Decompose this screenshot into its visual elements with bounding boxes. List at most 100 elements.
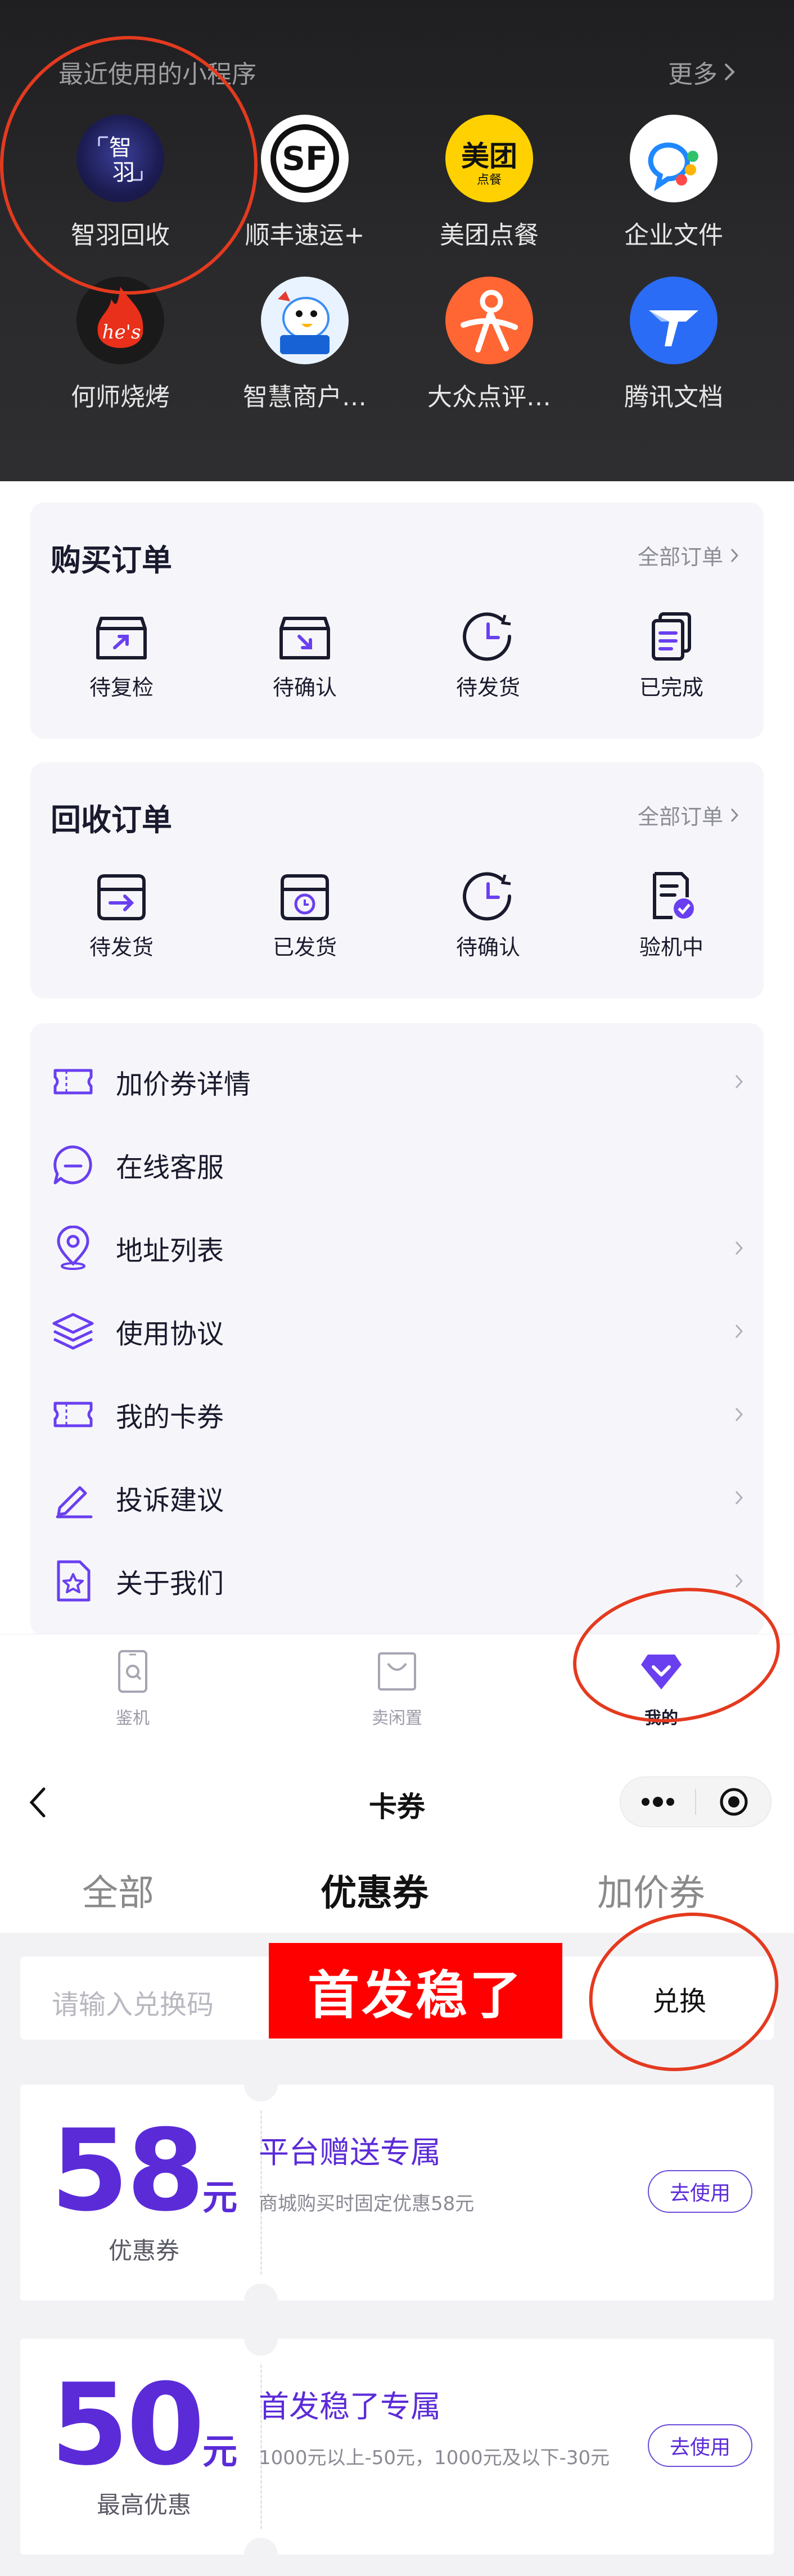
menu-label: 使用协议 bbox=[116, 1318, 224, 1350]
order-status-pending-recheck[interactable]: 待复检 bbox=[54, 611, 189, 701]
app-zhiyu[interactable]: 智 羽 智羽回收 bbox=[36, 115, 205, 251]
phone-inspect-icon bbox=[118, 1650, 147, 1693]
purchase-orders-title: 购买订单 bbox=[51, 543, 172, 578]
recycle-status-shipped[interactable]: 已发货 bbox=[237, 870, 372, 961]
menu-item-complaints[interactable]: 投诉建议 bbox=[51, 1456, 743, 1539]
recycle-status-label: 待发货 bbox=[89, 935, 154, 960]
pencil-icon bbox=[56, 1486, 93, 1519]
chevron-right-icon bbox=[724, 63, 735, 81]
recycle-status-label: 验机中 bbox=[639, 935, 703, 960]
location-pin-icon bbox=[57, 1226, 89, 1270]
chevron-right-icon bbox=[735, 1324, 743, 1339]
app-label: 腾讯文档 bbox=[624, 383, 723, 412]
ticket-icon bbox=[53, 1069, 93, 1095]
purchase-all-orders-link[interactable]: 全部订单 bbox=[638, 540, 739, 571]
app-enterprise-file[interactable]: 企业文件 bbox=[589, 115, 758, 251]
menu-item-about-us[interactable]: 关于我们 bbox=[51, 1539, 743, 1623]
use-coupon-button[interactable]: 去使用 bbox=[648, 2170, 752, 2213]
order-status-label: 已完成 bbox=[639, 675, 703, 700]
purchase-orders-card: 购买订单 全部订单 待复检 待确认 待发货 已完成 bbox=[30, 503, 764, 739]
menu-item-my-coupons[interactable]: 我的卡券 bbox=[51, 1373, 743, 1456]
enterprise-file-logo-icon bbox=[630, 115, 718, 202]
recycle-all-orders-link[interactable]: 全部订单 bbox=[638, 799, 739, 830]
redeem-code-input[interactable]: 请输入兑换码 bbox=[52, 1982, 214, 2022]
document-check-icon bbox=[653, 872, 694, 919]
coupon-page-navbar: 卡券 bbox=[0, 1757, 794, 1847]
coupon-name: 平台赠送专属 bbox=[259, 2135, 441, 2170]
promo-banner-text: 首发稳了 bbox=[307, 1965, 524, 2026]
layers-icon bbox=[52, 1313, 94, 1350]
menu-list-card: 加价券详情 在线客服 地址列表 使用协议 我的卡券 投诉建议 关于我们 bbox=[30, 1023, 764, 1636]
recycle-status-inspecting[interactable]: 验机中 bbox=[604, 870, 739, 961]
use-coupon-button[interactable]: 去使用 bbox=[648, 2424, 752, 2467]
tab-all[interactable]: 全部 bbox=[82, 1864, 154, 1916]
order-status-label: 待复检 bbox=[89, 675, 154, 700]
mini-program-capsule bbox=[620, 1777, 772, 1827]
heshi-bbq-logo-icon: he's bbox=[76, 277, 164, 364]
app-label: 大众点评… bbox=[427, 383, 551, 412]
menu-item-price-boost-coupon[interactable]: 加价券详情 bbox=[51, 1040, 743, 1123]
coupon-amount-unit: 元 bbox=[202, 2177, 238, 2218]
tab-sell-idle[interactable]: 卖闲置 bbox=[341, 1649, 453, 1729]
tab-label: 鉴机 bbox=[116, 1709, 150, 1728]
recycle-status-pending-ship[interactable]: 待发货 bbox=[54, 870, 189, 961]
three-dots-icon bbox=[641, 1797, 674, 1807]
order-status-pending-ship[interactable]: 待发货 bbox=[421, 611, 556, 701]
coupon-notch bbox=[244, 2284, 278, 2301]
svg-text:he's: he's bbox=[102, 321, 141, 344]
recent-mini-programs-panel: 最近使用的小程序 更多 智 羽 智羽回收 SF 顺丰速运+ 美团 点餐 美团点餐… bbox=[0, 0, 794, 481]
tab-price-boost[interactable]: 加价券 bbox=[597, 1864, 705, 1916]
recycle-status-pending-confirm[interactable]: 待确认 bbox=[421, 870, 556, 961]
star-document-icon bbox=[57, 1560, 91, 1602]
app-label: 智慧商户… bbox=[243, 383, 367, 412]
redeem-button[interactable]: 兑换 bbox=[652, 1979, 706, 2018]
sf-express-logo-icon: SF bbox=[261, 115, 349, 202]
order-status-label: 待发货 bbox=[455, 675, 520, 700]
app-heshi-bbq[interactable]: he's 何师烧烤 bbox=[36, 277, 205, 413]
app-sf-express[interactable]: SF 顺丰速运+ bbox=[220, 115, 389, 251]
menu-item-user-agreement[interactable]: 使用协议 bbox=[51, 1290, 743, 1373]
app-label: 顺丰速运+ bbox=[245, 221, 365, 250]
app-label: 企业文件 bbox=[624, 221, 723, 250]
menu-item-online-service[interactable]: 在线客服 bbox=[51, 1123, 743, 1206]
svg-text:羽: 羽 bbox=[112, 160, 135, 186]
coupon-notch bbox=[244, 2085, 278, 2102]
coupon-subtitle: 优惠券 bbox=[108, 2237, 179, 2265]
menu-label: 在线客服 bbox=[116, 1152, 224, 1183]
app-smart-merchant[interactable]: 智慧商户… bbox=[220, 277, 389, 413]
order-status-completed[interactable]: 已完成 bbox=[604, 611, 739, 701]
order-status-pending-confirm[interactable]: 待确认 bbox=[237, 611, 372, 701]
chevron-right-icon bbox=[735, 1407, 743, 1422]
menu-item-address-list[interactable]: 地址列表 bbox=[51, 1206, 743, 1290]
coupon-description: 1000元以上-50元，1000元及以下-30元 bbox=[259, 2447, 610, 2469]
tab-label: 卖闲置 bbox=[372, 1709, 422, 1728]
chevron-right-icon bbox=[735, 1574, 743, 1588]
more-options-button[interactable] bbox=[620, 1796, 695, 1807]
app-meituan[interactable]: 美团 点餐 美团点餐 bbox=[405, 115, 574, 251]
dianping-logo-icon bbox=[445, 277, 533, 364]
meituan-logo-icon: 美团 点餐 bbox=[445, 115, 533, 202]
coupon-card: 58元 优惠券 平台赠送专属 商城购买时固定优惠58元 去使用 bbox=[20, 2085, 774, 2301]
menu-label: 地址列表 bbox=[116, 1235, 224, 1267]
recycle-orders-card: 回收订单 全部订单 待发货 已发货 待确认 验机中 bbox=[30, 762, 764, 998]
tab-coupons[interactable]: 优惠券 bbox=[321, 1864, 428, 1916]
recent-title: 最近使用的小程序 bbox=[58, 60, 256, 89]
coupon-amount-number: 58 bbox=[50, 2105, 205, 2236]
tab-inspect[interactable]: 鉴机 bbox=[76, 1649, 189, 1729]
app-dianping[interactable]: 大众点评… bbox=[405, 277, 574, 413]
all-orders-label: 全部订单 bbox=[637, 545, 723, 570]
ticket-icon bbox=[53, 1402, 93, 1427]
meituan-logo-sub: 点餐 bbox=[476, 173, 502, 187]
coupon-name: 首发稳了专属 bbox=[259, 2389, 441, 2424]
recycle-orders-title: 回收订单 bbox=[51, 802, 172, 838]
svg-text:智: 智 bbox=[109, 135, 132, 161]
more-link[interactable]: 更多 bbox=[668, 54, 736, 90]
coupon-amount: 50元 bbox=[43, 2369, 245, 2482]
tab-mine[interactable]: 我的 bbox=[605, 1649, 718, 1729]
coupon-notch bbox=[244, 2339, 278, 2356]
tab-label: 我的 bbox=[644, 1709, 678, 1728]
app-tencent-docs[interactable]: 腾讯文档 bbox=[589, 277, 758, 413]
chevron-right-icon bbox=[730, 808, 739, 822]
close-mini-program-button[interactable] bbox=[696, 1786, 771, 1818]
meituan-logo-text: 美团 bbox=[461, 140, 517, 173]
